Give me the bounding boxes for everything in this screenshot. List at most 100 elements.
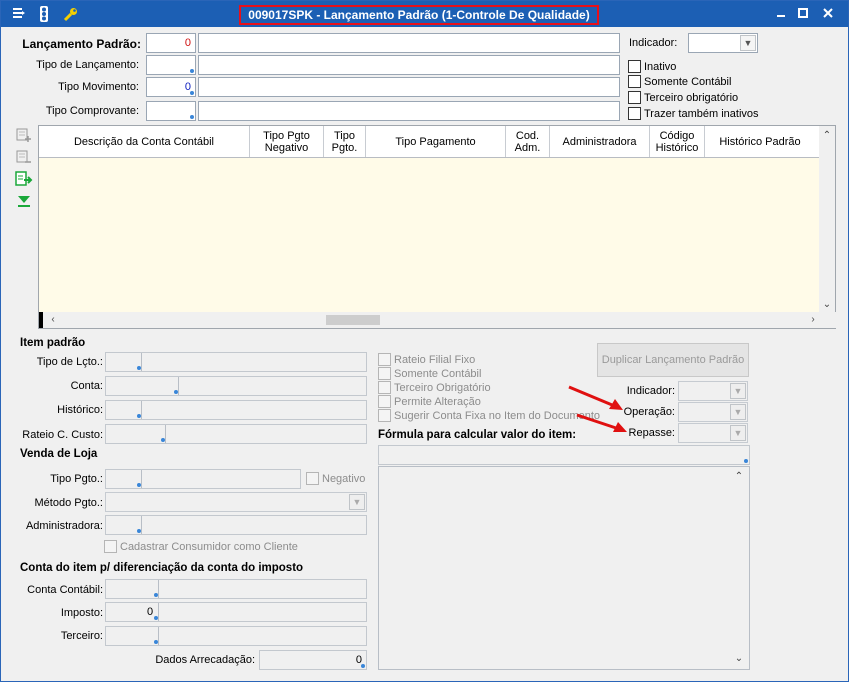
duplicar-lancamento-button[interactable]: Duplicar Lançamento Padrão	[597, 343, 749, 377]
historico-field[interactable]	[105, 400, 367, 420]
rateio-field[interactable]	[105, 424, 367, 444]
lookup-icon[interactable]	[744, 459, 748, 463]
terceiro-obrigatorio-checkbox[interactable]	[628, 91, 641, 104]
cadastrar-consumidor-checkbox[interactable]	[104, 540, 117, 553]
move-down-icon[interactable]	[14, 193, 34, 213]
tipo-pgto-label: Tipo Pgto.:	[50, 473, 103, 485]
column-header[interactable]: Descrição da Conta Contábil	[39, 126, 250, 157]
grid-row-indicator	[39, 312, 43, 328]
lookup-icon[interactable]	[137, 414, 141, 418]
rateio-filial-fixo-checkbox[interactable]	[378, 353, 391, 366]
lancamento-padrao-label: Lançamento Padrão:	[22, 37, 141, 51]
chevron-down-icon[interactable]: ▼	[730, 404, 746, 420]
negativo-checkbox[interactable]	[306, 472, 319, 485]
traffic-light-icon[interactable]	[36, 6, 52, 22]
lookup-icon[interactable]	[154, 593, 158, 597]
tipo-pgto-field[interactable]	[105, 469, 301, 489]
imposto-label: Imposto:	[60, 607, 103, 619]
operacao-select[interactable]: ▼	[678, 402, 748, 422]
lancamento-padrao-desc-field[interactable]	[198, 33, 620, 53]
somente-contabil-item-checkbox[interactable]	[378, 367, 391, 380]
lancamento-padrao-code-field[interactable]: 0	[146, 33, 196, 53]
menu-icon[interactable]	[11, 6, 27, 22]
lookup-icon[interactable]	[174, 390, 178, 394]
repasse-select[interactable]: ▼	[678, 423, 748, 443]
wrench-icon[interactable]	[63, 6, 79, 22]
tipo-lancamento-desc-field[interactable]	[198, 55, 620, 75]
chevron-down-icon[interactable]: ▼	[730, 383, 746, 399]
lookup-icon[interactable]	[154, 616, 158, 620]
lookup-icon[interactable]	[161, 438, 165, 442]
tipo-movimento-code-field[interactable]: 0	[146, 77, 196, 97]
column-header[interactable]: Tipo Pgto.	[324, 126, 366, 157]
lookup-icon[interactable]	[137, 366, 141, 370]
lookup-icon[interactable]	[137, 529, 141, 533]
grid-horizontal-scrollbar[interactable]: ‹ ›	[39, 312, 836, 328]
scroll-left-icon[interactable]: ‹	[45, 312, 61, 328]
lancamento-padrao-value: 0	[184, 37, 191, 49]
dados-arrecadacao-label: Dados Arrecadação:	[155, 654, 255, 666]
tipo-movimento-desc-field[interactable]	[198, 77, 620, 97]
metodo-pgto-select[interactable]: ▼	[105, 492, 367, 512]
tipo-lcto-field[interactable]	[105, 352, 367, 372]
scroll-up-icon[interactable]: ⌃	[731, 469, 747, 485]
tipo-lancamento-code-field[interactable]	[146, 55, 196, 75]
indicador-item-select[interactable]: ▼	[678, 381, 748, 401]
formula-memo[interactable]: ⌃ ⌄	[378, 466, 750, 670]
column-header[interactable]: Histórico Padrão	[705, 126, 815, 157]
grid-vertical-scrollbar[interactable]: ⌃ ⌄	[819, 126, 835, 313]
item-padrao-title: Item padrão	[20, 337, 86, 349]
add-row-icon[interactable]	[14, 127, 34, 147]
grid-header: Descrição da Conta Contábil Tipo Pgto Ne…	[39, 126, 820, 158]
chevron-down-icon[interactable]: ▼	[740, 35, 756, 51]
chevron-down-icon[interactable]: ▼	[349, 494, 365, 510]
column-header[interactable]: Cod. Adm.	[506, 126, 550, 157]
rateio-filial-fixo-label: Rateio Filial Fixo	[394, 354, 476, 366]
trazer-inativos-label: Trazer também inativos	[644, 108, 759, 120]
trazer-inativos-checkbox[interactable]	[628, 107, 641, 120]
conta-contabil-field[interactable]	[105, 579, 367, 599]
conta-label: Conta:	[70, 380, 103, 392]
tipo-comprovante-desc-field[interactable]	[198, 101, 620, 121]
close-icon[interactable]	[818, 5, 838, 23]
inativo-label: Inativo	[644, 61, 677, 73]
minimize-icon[interactable]	[771, 5, 791, 23]
column-header[interactable]: Administradora	[550, 126, 650, 157]
lookup-icon[interactable]	[154, 640, 158, 644]
terceiro-obrigatorio-item-checkbox[interactable]	[378, 381, 391, 394]
scroll-down-icon[interactable]: ⌄	[819, 297, 835, 313]
column-header[interactable]: Código Histórico	[650, 126, 705, 157]
tipo-movimento-label: Tipo Movimento:	[58, 81, 139, 93]
lookup-icon[interactable]	[190, 69, 194, 73]
permite-alteracao-label: Permite Alteração	[394, 396, 481, 408]
conta-field[interactable]	[105, 376, 367, 396]
accounts-grid[interactable]: Descrição da Conta Contábil Tipo Pgto Ne…	[38, 125, 836, 329]
permite-alteracao-checkbox[interactable]	[378, 395, 391, 408]
administradora-field[interactable]	[105, 515, 367, 535]
somente-contabil-checkbox[interactable]	[628, 75, 641, 88]
column-header[interactable]: Tipo Pgto Negativo	[250, 126, 324, 157]
scroll-right-icon[interactable]: ›	[805, 312, 821, 328]
terceiro-label: Terceiro:	[60, 630, 103, 642]
tipo-comprovante-code-field[interactable]	[146, 101, 196, 121]
chevron-down-icon[interactable]: ▼	[730, 425, 746, 441]
lookup-icon[interactable]	[190, 91, 194, 95]
imposto-field[interactable]: 0	[105, 602, 367, 622]
sugerir-conta-fixa-checkbox[interactable]	[378, 409, 391, 422]
scroll-up-icon[interactable]: ⌃	[819, 128, 835, 144]
inativo-checkbox[interactable]	[628, 60, 641, 73]
column-header[interactable]: Tipo Pagamento	[366, 126, 506, 157]
title-bar: 009017SPK - Lançamento Padrão (1-Control…	[1, 1, 848, 27]
lookup-icon[interactable]	[137, 483, 141, 487]
terceiro-field[interactable]	[105, 626, 367, 646]
scroll-down-icon[interactable]: ⌄	[731, 651, 747, 667]
dados-arrecadacao-field[interactable]: 0	[259, 650, 367, 670]
formula-field[interactable]	[378, 445, 750, 465]
export-icon[interactable]	[14, 171, 34, 191]
lookup-icon[interactable]	[190, 115, 194, 119]
lookup-icon[interactable]	[361, 664, 365, 668]
indicador-select[interactable]: ▼	[688, 33, 758, 53]
maximize-icon[interactable]	[793, 5, 813, 23]
scroll-thumb[interactable]	[326, 315, 380, 325]
remove-row-icon[interactable]	[14, 149, 34, 169]
